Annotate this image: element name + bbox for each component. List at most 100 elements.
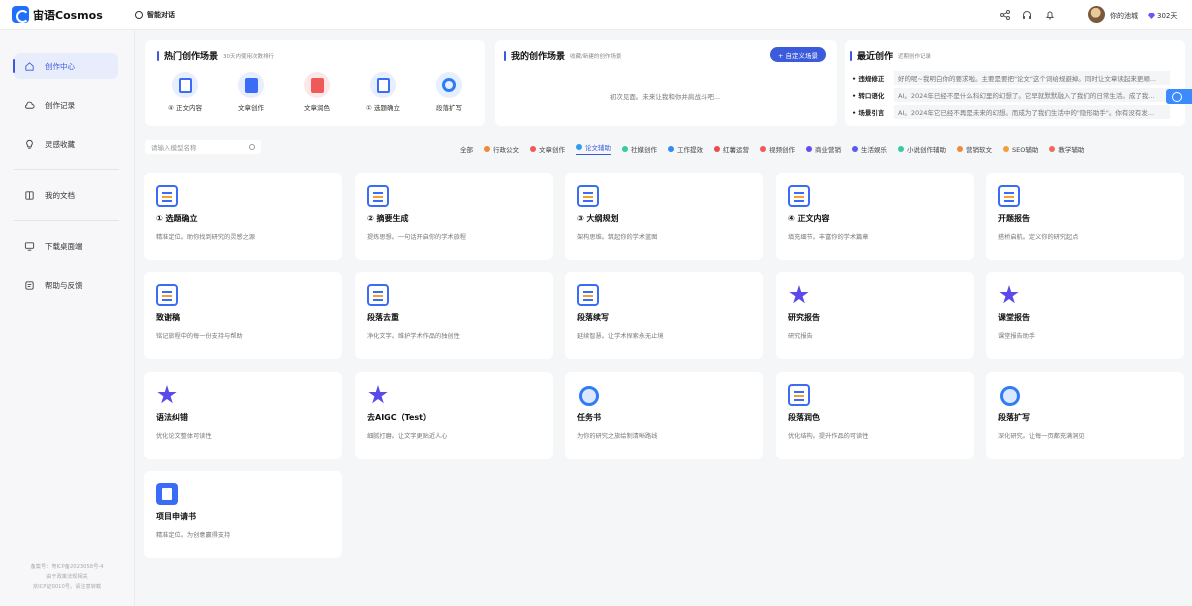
- icp-line: 京ICP证0010号。请注意转载: [32, 584, 102, 590]
- scene-card[interactable]: ① 选题确立 精准定位。助你找到研究的灵感之源: [144, 173, 342, 260]
- recent-title: 最近创作 近期创作记录: [850, 49, 931, 62]
- filter-item[interactable]: 生活娱乐: [852, 144, 887, 154]
- scene-card[interactable]: 语法纠错 优化论文整体可读性: [144, 372, 342, 459]
- category-dot-icon: [576, 144, 582, 150]
- scene-card[interactable]: 去AIGC（Test） 细腻打磨。让文字更贴近人心: [355, 372, 553, 459]
- model-search-input[interactable]: 请输入模型名称: [145, 140, 261, 154]
- scene-card[interactable]: ② 摘要生成 提炼思想。一句话开启你的学术旅程: [355, 173, 553, 260]
- membership-days[interactable]: 302天: [1148, 11, 1177, 21]
- search-placeholder: 请输入模型名称: [151, 144, 197, 152]
- scene-card[interactable]: 课堂报告 课堂报告助手: [986, 272, 1184, 359]
- filter-item[interactable]: 社媒创作: [622, 144, 657, 154]
- sidebar-item-help[interactable]: 帮助与反馈: [14, 272, 118, 298]
- help-icon: [25, 280, 34, 290]
- filter-label: 论文辅助: [585, 144, 611, 152]
- chat-entry[interactable]: 智能对话: [135, 10, 175, 20]
- filter-item[interactable]: 小说创作辅助: [898, 144, 946, 154]
- avatar[interactable]: [1088, 6, 1105, 23]
- filter-label: 教学辅助: [1058, 145, 1085, 154]
- scene-card[interactable]: 研究报告 研究报告: [776, 272, 974, 359]
- scene-card[interactable]: 致谢稿 铭记旅程中的每一份支持与帮助: [144, 272, 342, 359]
- user-name[interactable]: 你的池城: [1110, 11, 1138, 21]
- scene-card[interactable]: ④ 正文内容填充细节。丰富你的学术篇章: [776, 173, 974, 260]
- sidebar-item-records[interactable]: 创作记录: [14, 92, 118, 118]
- hot-item[interactable]: 文章创作: [221, 72, 281, 112]
- document-icon: [788, 185, 810, 207]
- hot-item[interactable]: ④ 正文内容: [155, 72, 215, 112]
- scene-card-title: 段落续写: [577, 313, 609, 322]
- headset-icon[interactable]: [1022, 10, 1032, 20]
- scene-card-desc: 填充细节。丰富你的学术篇章: [788, 234, 869, 241]
- filter-label: 红薯运营: [723, 145, 749, 154]
- search-icon[interactable]: [249, 144, 255, 150]
- filter-label: 营销软文: [966, 145, 992, 154]
- scene-card[interactable]: 段落扩写深化研究。让每一页都充满洞见: [986, 372, 1184, 459]
- recent-row[interactable]: • 转口语化 AI。2024年已经不是什么科幻里的幻想了。它早就默默融入了我们的…: [852, 88, 1170, 102]
- filter-item[interactable]: 文章创作: [530, 144, 565, 154]
- filter-item[interactable]: 教学辅助: [1049, 144, 1084, 154]
- bell-icon[interactable]: [1045, 10, 1055, 20]
- filter-item[interactable]: 商业营销: [806, 144, 841, 154]
- category-dot-icon: [957, 145, 963, 152]
- scene-card-desc: 为你的研究之旅绘制清晰路线: [577, 433, 658, 440]
- filter-item[interactable]: 营销软文: [957, 144, 992, 154]
- category-dot-icon: [714, 145, 720, 152]
- hot-scenes-title-text: 热门创作场景: [164, 52, 219, 62]
- scene-card-desc: 细腻打磨。让文字更贴近人心: [367, 433, 448, 440]
- recent-row-value: AI。2024年已经不是什么科幻里的幻想了。它早就默默融入了我们的日常生活。成了…: [894, 88, 1170, 102]
- scene-card-title: ③ 大纲规划: [577, 214, 619, 223]
- recent-row[interactable]: • 场景引言 AI。2024年它已经不再是未来的幻想。而成为了我们生活中的"隐形…: [852, 105, 1170, 119]
- scene-card-title: 开题报告: [998, 214, 1030, 223]
- scene-card[interactable]: 任务书 为你的研究之旅绘制清晰路线: [565, 372, 763, 459]
- share-icon[interactable]: [1000, 10, 1010, 20]
- floating-assistant-button[interactable]: [1166, 89, 1192, 104]
- document-icon: [998, 185, 1020, 207]
- scene-card[interactable]: 开题报告搭桥启航。定义你的研究起点: [986, 173, 1184, 260]
- scene-card[interactable]: 段落续写 延续智慧。让学术探索永无止境: [565, 272, 763, 359]
- my-scenes-subtitle: 收藏/新建的创作场景: [570, 53, 622, 60]
- hot-item-label: ① 选题确立: [366, 104, 400, 112]
- sidebar-item-inspiration[interactable]: 灵感收藏: [14, 131, 118, 157]
- hot-scenes-title: 热门创作场景 30天内使用次数排行: [157, 49, 274, 62]
- filter-all[interactable]: 全部: [460, 144, 473, 154]
- hot-item[interactable]: 段落扩写: [419, 72, 479, 112]
- filter-label: 社媒创作: [631, 145, 657, 154]
- scene-card-title: 段落扩写: [998, 413, 1030, 422]
- home-icon: [25, 61, 34, 71]
- category-dot-icon: [898, 145, 904, 152]
- filter-label: 视频创作: [769, 145, 795, 154]
- hot-item[interactable]: 文章润色: [287, 72, 347, 112]
- bulb-icon: [26, 139, 33, 149]
- scene-card[interactable]: 段落润色 优化结构。提升作品的可读性: [776, 372, 974, 459]
- scene-card-title: 语法纠错: [156, 413, 188, 422]
- recent-row[interactable]: • 违规修正 好的呢~我明白你的要求啦。主要是要把"论文"这个词给规避掉。同时让…: [852, 71, 1170, 85]
- filter-item[interactable]: 红薯运营: [714, 144, 749, 154]
- scene-card[interactable]: 项目申请书 精准定位。为创意赢得支持: [144, 471, 342, 558]
- sidebar-item-creation-center[interactable]: 创作中心: [13, 53, 118, 79]
- sidebar-item-download[interactable]: 下载桌面端: [14, 233, 118, 259]
- scene-card[interactable]: 段落去重 净化文字。维护学术作品的独创性: [355, 272, 553, 359]
- polish-icon: [304, 72, 330, 98]
- icp-line: 由于政策法规相关: [46, 574, 88, 580]
- filter-item[interactable]: 行政公文: [484, 144, 519, 154]
- filter-item-active[interactable]: 论文辅助: [576, 142, 611, 155]
- scene-card-title: 课堂报告: [998, 313, 1030, 322]
- custom-scene-button[interactable]: + 自定义场景: [770, 47, 826, 62]
- scene-card-desc: 深化研究。让每一页都充满洞见: [998, 433, 1085, 440]
- scene-card-title: ④ 正文内容: [788, 214, 830, 223]
- document-icon: [577, 185, 599, 207]
- scene-card[interactable]: ③ 大纲规划 架构思维。筑起你的学术蓝图: [565, 173, 763, 260]
- filter-item[interactable]: 工作提效: [668, 144, 703, 154]
- scene-card-desc: 搭桥启航。定义你的研究起点: [998, 234, 1079, 241]
- topic-icon: [370, 72, 396, 98]
- recent-subtitle: 近期创作记录: [898, 53, 932, 60]
- my-scenes-title-text: 我的创作场景: [511, 52, 566, 62]
- hot-item-label: ④ 正文内容: [168, 104, 202, 112]
- filter-item[interactable]: SEO辅助: [1003, 144, 1038, 154]
- hot-item[interactable]: ① 选题确立: [353, 72, 413, 112]
- star-icon: [367, 384, 389, 406]
- recent-row-key: • 违规修正: [852, 75, 885, 83]
- sidebar-item-documents[interactable]: 我的文档: [14, 182, 118, 208]
- logo[interactable]: 宙语Cosmos: [12, 6, 103, 23]
- filter-item[interactable]: 视频创作: [760, 144, 795, 154]
